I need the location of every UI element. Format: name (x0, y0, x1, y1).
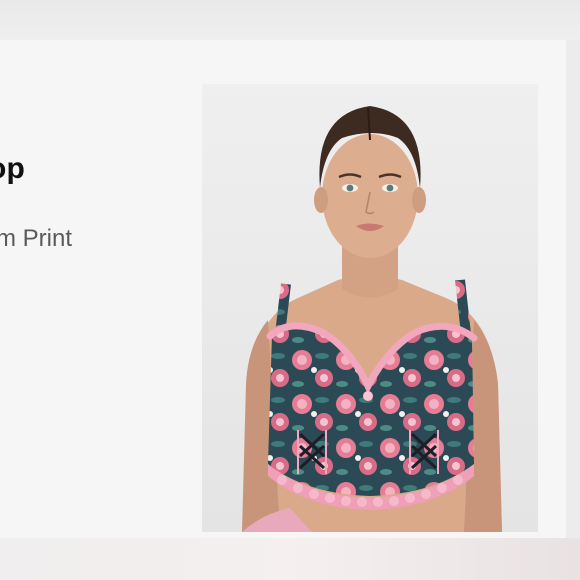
product-image[interactable] (202, 84, 538, 532)
product-title: op (0, 152, 26, 185)
top-background-strip (0, 0, 580, 40)
bottom-background-strip (0, 538, 580, 580)
model-photo-illustration (202, 84, 538, 532)
product-subtitle: m Print (0, 225, 73, 252)
